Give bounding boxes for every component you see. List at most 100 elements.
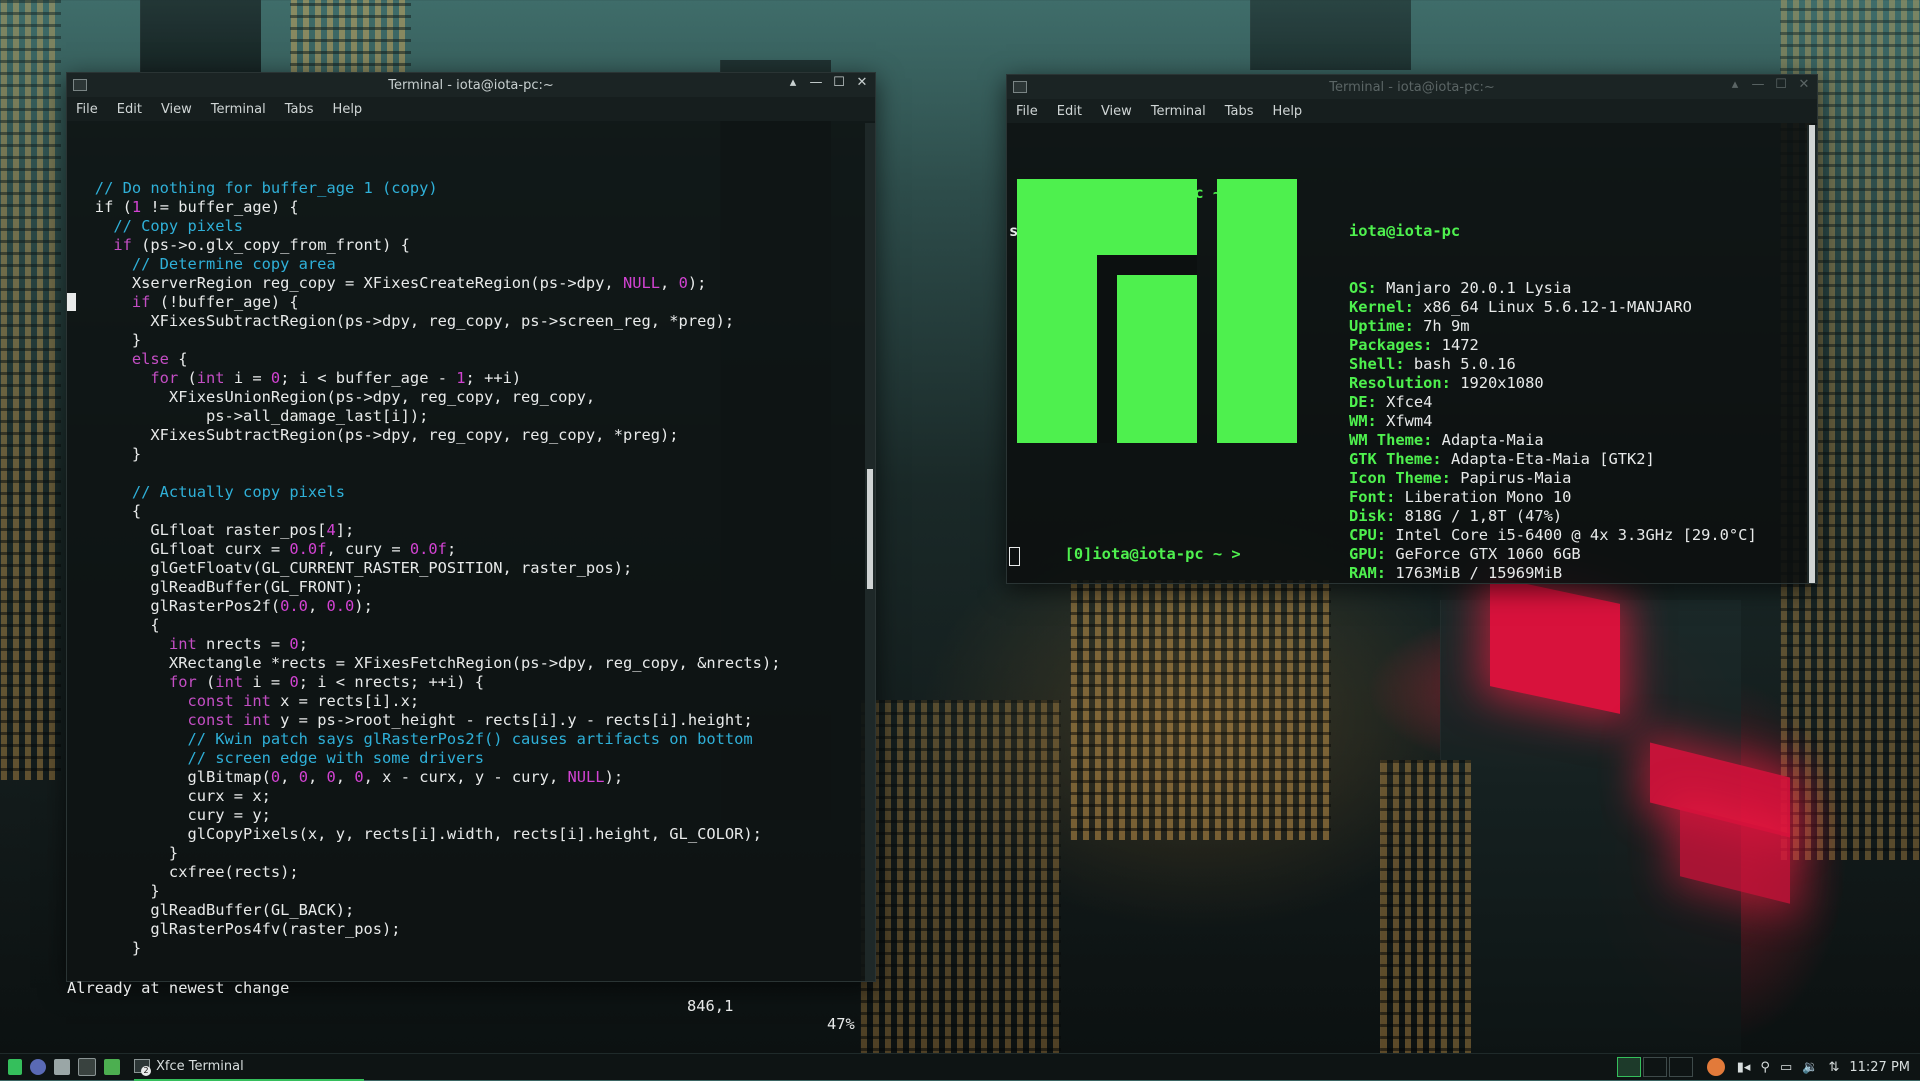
clip-icon[interactable]: ⚲ <box>1760 1060 1770 1075</box>
terminal-launcher-icon[interactable] <box>78 1058 96 1076</box>
code-token: GLfloat raster_pos[ <box>67 521 327 539</box>
maximize-icon[interactable]: ☐ <box>832 75 846 90</box>
code-line: glBitmap(0, 0, 0, 0, x - curx, y - cury,… <box>67 768 865 787</box>
code-line: GLfloat curx = 0.0f, cury = 0.0f; <box>67 540 865 559</box>
sysinfo-value: x86_64 Linux 5.6.12-1-MANJARO <box>1413 298 1692 316</box>
workspace-2[interactable] <box>1642 1057 1667 1077</box>
tray-app-icon[interactable] <box>1706 1058 1725 1076</box>
clock[interactable]: 11:27 PM <box>1849 1060 1910 1075</box>
workspace-3[interactable] <box>1668 1057 1693 1077</box>
code-token: ; i < buffer_age - <box>280 369 457 387</box>
sysinfo-value: Manjaro 20.0.1 Lysia <box>1376 279 1572 297</box>
sysinfo-key: GPU: <box>1349 545 1387 563</box>
sysinfo-key: Font: <box>1349 488 1396 506</box>
left-terminal-titlebar[interactable]: Terminal - iota@iota-pc:~ ▴ — ☐ ✕ <box>67 73 875 97</box>
folder-icon[interactable] <box>104 1059 120 1075</box>
menu-view[interactable]: View <box>1092 104 1142 119</box>
menu-terminal[interactable]: Terminal <box>202 102 276 117</box>
sysinfo-row: GPU: GeForce GTX 1060 6GB <box>1349 545 1757 564</box>
code-token: int <box>196 369 225 387</box>
menu-edit[interactable]: Edit <box>108 102 152 117</box>
sysinfo-row: CPU: Intel Core i5-6400 @ 4x 3.3GHz [29.… <box>1349 526 1757 545</box>
minimize-icon[interactable]: — <box>1751 77 1765 92</box>
task-terminal-icon: 2 <box>134 1059 151 1076</box>
sysinfo-row: Packages: 1472 <box>1349 336 1757 355</box>
menu-tabs[interactable]: Tabs <box>1216 104 1264 119</box>
vim-buffer[interactable]: // Do nothing for buffer_age 1 (copy) if… <box>67 141 865 977</box>
code-token: int <box>168 635 197 653</box>
code-token: curx = x; <box>67 787 271 805</box>
menu-help[interactable]: Help <box>1264 104 1313 119</box>
menu-view[interactable]: View <box>152 102 202 117</box>
code-token: } <box>67 445 142 463</box>
code-line: } <box>67 331 865 350</box>
code-token: (!buffer_age) { <box>150 293 299 311</box>
sysinfo-key: Disk: <box>1349 507 1396 525</box>
minimize-icon[interactable]: — <box>809 75 823 90</box>
sysinfo-key: Resolution: <box>1349 374 1451 392</box>
right-terminal-titlebar[interactable]: Terminal - iota@iota-pc:~ ▴ — ☐ ✕ <box>1007 75 1817 99</box>
code-line: } <box>67 445 865 464</box>
code-token: { <box>67 502 142 520</box>
code-line: const int y = ps->root_height - rects[i]… <box>67 711 865 730</box>
close-icon[interactable]: ✕ <box>1797 77 1811 92</box>
code-line: } <box>67 882 865 901</box>
sysinfo-key: Packages: <box>1349 336 1433 354</box>
menu-terminal[interactable]: Terminal <box>1142 104 1216 119</box>
menu-file[interactable]: File <box>67 102 108 117</box>
sysinfo-row: GTK Theme: Adapta-Eta-Maia [GTK2] <box>1349 450 1757 469</box>
code-token: 0 <box>289 635 299 653</box>
scrollbar-thumb[interactable] <box>1809 125 1815 583</box>
whisker-menu-icon[interactable] <box>8 1059 22 1075</box>
prompt: [0]iota@iota-pc ~ > <box>1064 545 1241 563</box>
scroll-percent: 47% <box>827 1015 855 1033</box>
code-line: for (int i = 0; i < buffer_age - 1; ++i) <box>67 369 865 388</box>
network-icon[interactable]: ⇅ <box>1828 1060 1839 1075</box>
taskbar-task-terminal[interactable]: 2 Xfce Terminal <box>134 1053 364 1081</box>
scrollbar-thumb[interactable] <box>867 469 873 589</box>
close-icon[interactable]: ✕ <box>855 75 869 90</box>
code-line: const int x = rects[i].x; <box>67 692 865 711</box>
workspace-1[interactable] <box>1616 1057 1641 1077</box>
code-token: XFixesUnionRegion(ps->dpy, reg_copy, reg… <box>67 388 596 406</box>
file-manager-icon[interactable] <box>54 1059 70 1075</box>
volume-icon[interactable]: 🔉 <box>1802 1060 1818 1075</box>
browser-icon[interactable] <box>30 1059 46 1075</box>
code-line: if (ps->o.glx_copy_from_front) { <box>67 236 865 255</box>
code-token: 0.0 <box>280 597 308 615</box>
camera-icon[interactable]: ▮◂ <box>1737 1060 1751 1075</box>
maximize-icon[interactable]: ☐ <box>1774 77 1788 92</box>
right-terminal-window[interactable]: Terminal - iota@iota-pc:~ ▴ — ☐ ✕ File E… <box>1006 74 1818 584</box>
code-token: 0 <box>678 274 688 292</box>
code-token: XRectangle *rects = XFixesFetchRegion(ps… <box>67 654 781 672</box>
left-terminal-window[interactable]: Terminal - iota@iota-pc:~ ▴ — ☐ ✕ File E… <box>66 72 876 1033</box>
sysinfo-value: Papirus-Maia <box>1450 469 1572 487</box>
code-token: NULL <box>622 274 661 292</box>
menu-edit[interactable]: Edit <box>1048 104 1092 119</box>
menu-help[interactable]: Help <box>324 102 373 117</box>
menu-tabs[interactable]: Tabs <box>276 102 324 117</box>
sysinfo-row: Resolution: 1920x1080 <box>1349 374 1757 393</box>
shade-icon[interactable]: ▴ <box>786 75 800 90</box>
shell-output[interactable]: [0]iota@iota-pc ~ > screenfetch iota@iot… <box>1009 127 1805 582</box>
window-title: Terminal - iota@iota-pc:~ <box>388 77 554 93</box>
left-scrollbar[interactable] <box>865 123 875 981</box>
workspace-switcher[interactable] <box>1616 1057 1693 1077</box>
code-token: != buffer_age) { <box>141 198 299 216</box>
sysinfo-value: GeForce GTX 1060 6GB <box>1386 545 1581 563</box>
menu-file[interactable]: File <box>1007 104 1048 119</box>
code-line: XFixesSubtractRegion(ps->dpy, reg_copy, … <box>67 426 865 445</box>
right-scrollbar[interactable] <box>1807 125 1817 583</box>
code-token: // Kwin patch says glRasterPos2f() cause… <box>67 730 753 748</box>
code-token: 0.0 <box>326 597 355 615</box>
sysinfo-value: Xfce4 <box>1376 393 1433 411</box>
sysinfo-key: DE: <box>1349 393 1377 411</box>
shade-icon[interactable]: ▴ <box>1728 77 1742 92</box>
code-token: // Actually copy pixels <box>67 483 345 501</box>
sysinfo-key: Shell: <box>1349 355 1405 373</box>
code-line: // screen edge with some drivers <box>67 749 865 768</box>
display-icon[interactable]: ▭ <box>1780 1060 1792 1075</box>
